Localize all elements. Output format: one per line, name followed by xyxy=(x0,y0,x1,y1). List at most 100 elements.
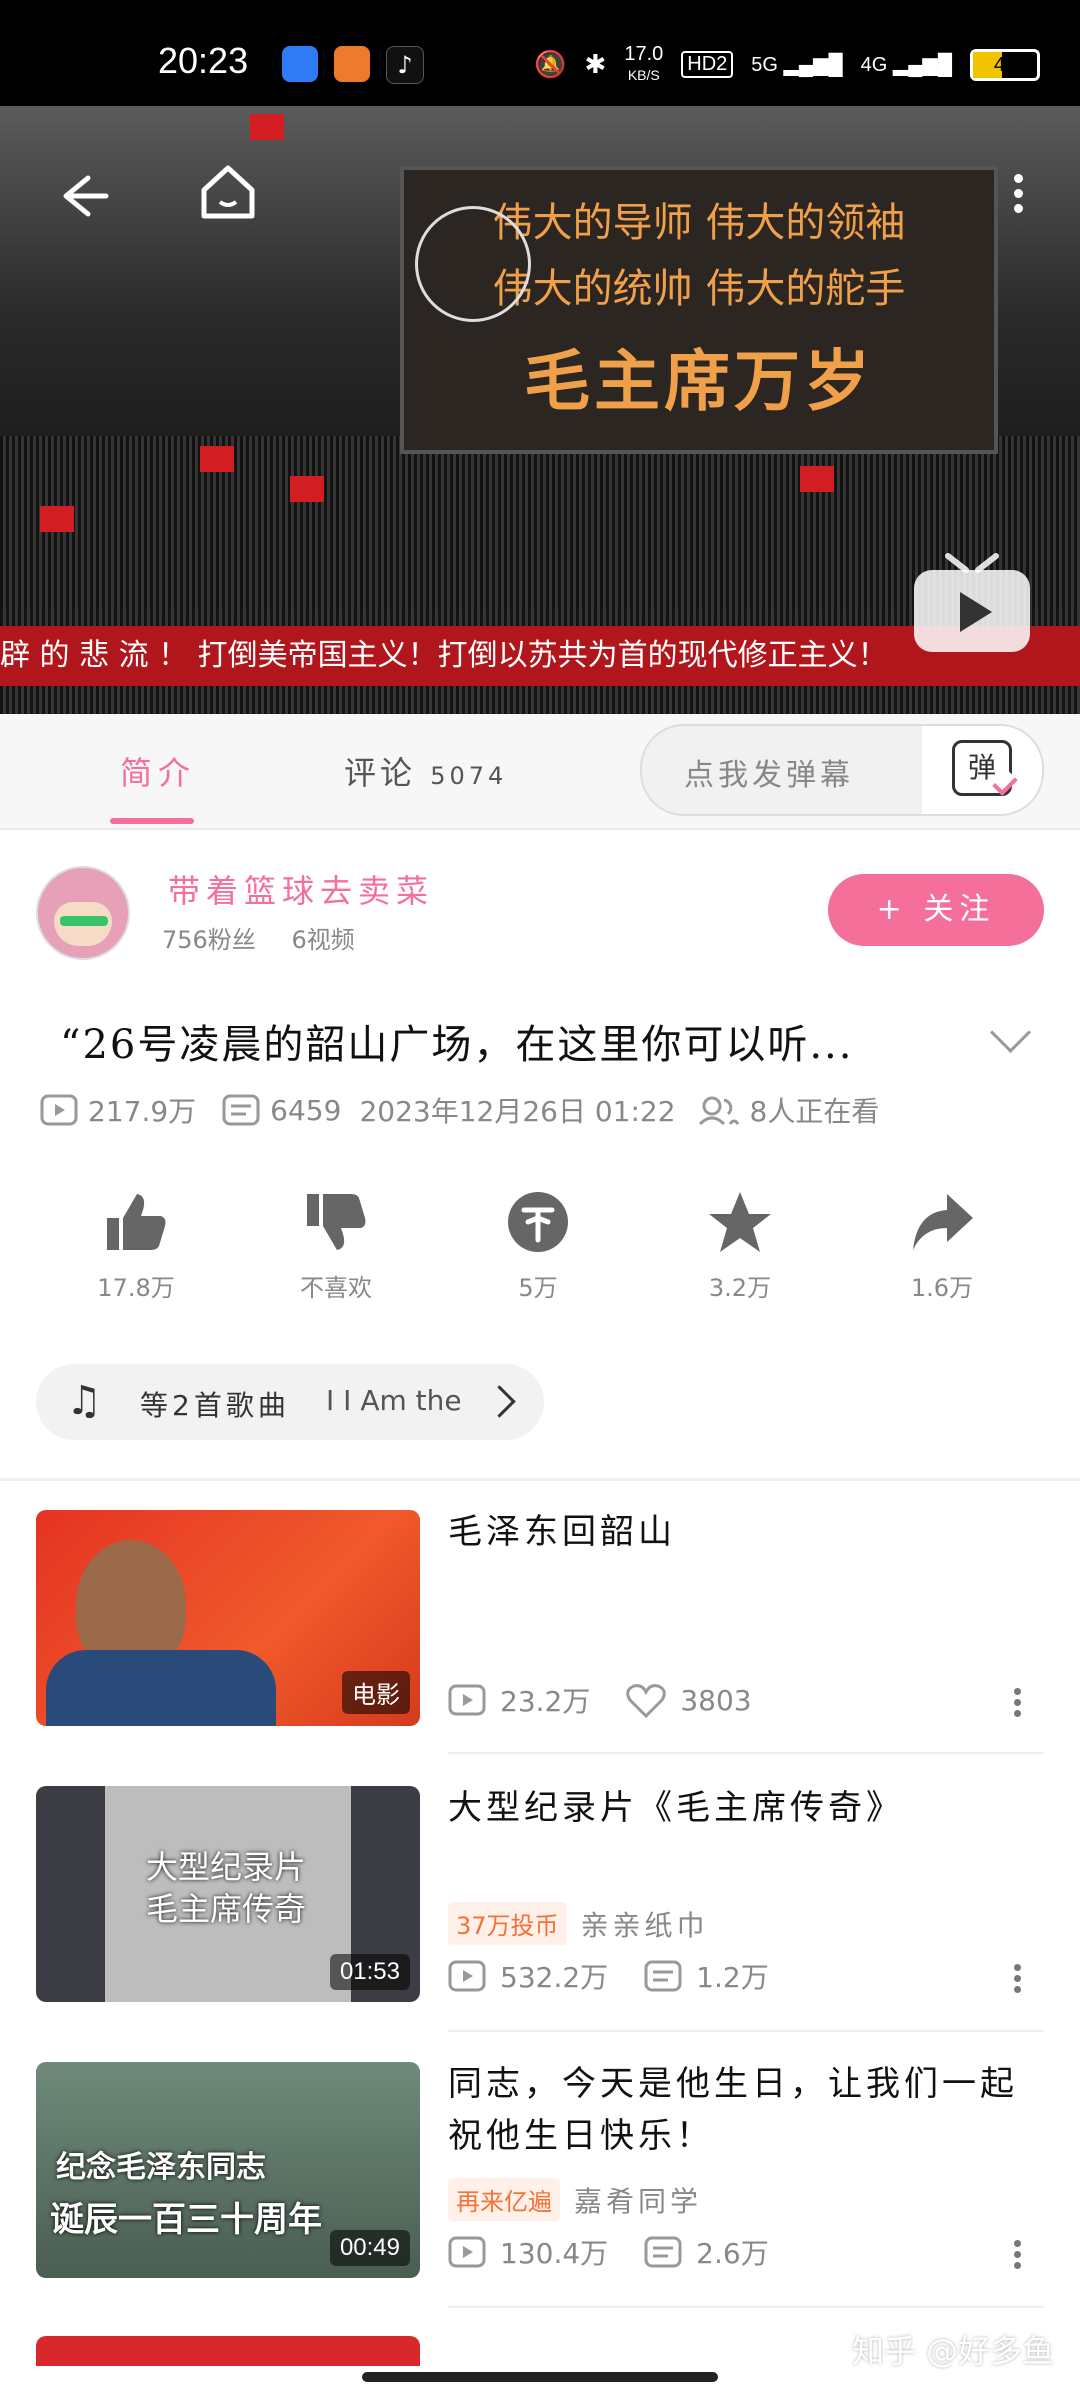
app-notification-icon xyxy=(334,46,370,82)
thumb-caption: 大型纪录片 毛主席传奇 xyxy=(146,1848,307,1928)
like-count: 17.8万 xyxy=(97,1274,175,1302)
thumb-caption: 纪念毛泽东同志 xyxy=(56,2150,266,2185)
tab-comments[interactable]: 评论 5074 xyxy=(344,748,507,794)
related-tagline: 再来亿遍 嘉肴同学 xyxy=(448,2178,702,2221)
home-icon[interactable] xyxy=(196,160,260,224)
bluetooth-icon: ✱ xyxy=(584,49,607,79)
danmu-placeholder: 点我发弹幕 xyxy=(684,758,854,793)
thumb-caption: 诞辰一百三十周年 xyxy=(50,2200,322,2240)
coin-icon xyxy=(508,1192,568,1252)
tab-underline xyxy=(110,818,194,824)
tab-intro[interactable]: 简介 xyxy=(120,748,196,794)
share-count: 1.6万 xyxy=(910,1274,974,1302)
related-views: 23.2万 xyxy=(500,1685,591,1718)
dislike-label: 不喜欢 xyxy=(300,1274,372,1302)
viewers-icon xyxy=(698,1096,739,1126)
related-thumbnail[interactable]: 大型纪录片 毛主席传奇 01:53 xyxy=(36,1786,420,2002)
movie-badge: 电影 xyxy=(342,1671,410,1714)
follow-button[interactable]: + 关注 xyxy=(828,874,1044,946)
star-icon xyxy=(709,1192,771,1252)
more-options-icon[interactable] xyxy=(1014,2236,1022,2273)
video-stats: 217.9万 6459 2023年12月26日 01:22 8人正在看 xyxy=(40,1090,879,1130)
related-thumbnail[interactable]: 纪念毛泽东同志 诞辰一百三十周年 00:49 xyxy=(36,2062,420,2278)
home-indicator[interactable] xyxy=(362,2372,718,2382)
like-button[interactable]: 17.8万 xyxy=(66,1190,206,1303)
related-tag: 37万投币 xyxy=(448,1902,567,1945)
share-icon xyxy=(913,1194,973,1250)
related-tag: 再来亿遍 xyxy=(448,2178,560,2221)
play-count-icon xyxy=(40,1094,78,1126)
music-note-icon: ♫ xyxy=(66,1378,102,1424)
flag-icon xyxy=(40,506,74,532)
related-title[interactable]: 毛泽东回韶山 xyxy=(448,1506,1048,1558)
danmu-input[interactable]: 点我发弹幕 弹 xyxy=(640,724,1044,816)
related-likes: 3803 xyxy=(680,1683,752,1717)
publish-date: 2023年12月26日 01:22 xyxy=(359,1095,676,1128)
music-count: 等2首歌曲 xyxy=(140,1389,290,1422)
app-notification-icon xyxy=(282,46,318,82)
list-separator xyxy=(448,2306,1044,2308)
thumbs-down-icon xyxy=(307,1194,366,1250)
favorite-button[interactable]: 3.2万 xyxy=(670,1190,810,1303)
related-thumbnail[interactable] xyxy=(36,2336,420,2366)
back-arrow-icon[interactable] xyxy=(54,166,114,226)
related-views: 532.2万 xyxy=(500,1961,609,1994)
section-divider xyxy=(0,1478,1080,1481)
heart-icon xyxy=(626,1684,667,1718)
avatar[interactable] xyxy=(36,866,130,960)
dislike-button[interactable]: 不喜欢 xyxy=(266,1190,406,1303)
related-meta: 23.2万 3803 xyxy=(448,1680,752,1720)
related-thumbnail[interactable]: 电影 xyxy=(36,1510,420,1726)
related-uploader[interactable]: 嘉肴同学 xyxy=(574,2180,702,2220)
uploader-fans: 756粉丝 xyxy=(162,926,256,954)
flag-icon xyxy=(200,446,234,472)
chevron-right-icon xyxy=(483,1385,516,1418)
danmaku-count-icon xyxy=(644,1960,682,1992)
music-song: I I Am the xyxy=(326,1384,462,1417)
uploader-name[interactable]: 带着篮球去卖菜 xyxy=(168,866,434,912)
list-separator xyxy=(448,2030,1044,2032)
related-meta: 532.2万 1.2万 xyxy=(448,1956,769,1996)
uploader-meta: 756粉丝 6视频 xyxy=(162,920,355,955)
related-uploader[interactable]: 亲亲纸巾 xyxy=(581,1904,709,1944)
hd-icon: HD2 xyxy=(681,51,734,78)
related-title[interactable]: 大型纪录片《毛主席传奇》 xyxy=(448,1782,1048,1834)
related-tagline: 37万投币 亲亲纸巾 xyxy=(448,1902,709,1945)
list-separator xyxy=(448,1752,1044,1754)
watermark: 知乎 @好多鱼 xyxy=(852,2332,1055,2370)
net-speed: 17.0 KB/S xyxy=(624,43,664,83)
tv-play-icon[interactable] xyxy=(910,552,1034,656)
danmu-toggle-button[interactable]: 弹 xyxy=(922,726,1042,814)
coin-button[interactable]: 5万 xyxy=(468,1190,608,1303)
danmaku-count: 6459 xyxy=(270,1093,342,1127)
favorite-count: 3.2万 xyxy=(708,1274,772,1302)
signal-4g-icon: 4G ▂▄▆█ xyxy=(860,54,952,76)
flag-icon xyxy=(250,114,284,140)
duration-badge: 01:53 xyxy=(329,1954,410,1990)
video-player[interactable]: 伟大的导师 伟大的领袖 伟大的统帅 伟大的舵手 毛主席万岁 辟 的 悲 流 ！ … xyxy=(0,106,1080,714)
related-views: 130.4万 xyxy=(500,2237,609,2270)
board-line-3: 毛主席万岁 xyxy=(524,342,874,420)
view-count: 217.9万 xyxy=(88,1095,197,1128)
music-bar[interactable]: ♫ 等2首歌曲 I I Am the xyxy=(36,1364,544,1440)
tiktok-icon: ♪ xyxy=(386,46,424,84)
thumbs-up-icon xyxy=(107,1194,166,1250)
related-danmaku: 1.2万 xyxy=(696,1961,769,1994)
flag-icon xyxy=(800,466,834,492)
danmaku-count-icon xyxy=(644,2236,682,2268)
watching-count: 8人正在看 xyxy=(749,1095,880,1128)
more-options-icon[interactable] xyxy=(1014,1960,1022,1997)
related-title[interactable]: 同志，今天是他生日，让我们一起祝他生日快乐！ xyxy=(448,2058,1048,2162)
play-count-icon xyxy=(448,1960,486,1992)
more-options-icon[interactable] xyxy=(1014,168,1023,219)
play-count-icon xyxy=(448,2236,486,2268)
video-title[interactable]: “26号凌晨的韶山广场，在这里你可以听... xyxy=(60,1012,854,1070)
tab-comments-count: 5074 xyxy=(430,762,508,790)
more-options-icon[interactable] xyxy=(1014,1684,1022,1721)
danmaku-count-icon xyxy=(222,1094,260,1126)
signal-5g-icon: 5G ▂▄▆█ xyxy=(751,54,843,76)
battery-icon: 46 xyxy=(970,48,1040,81)
mute-icon: 🔕 xyxy=(534,49,567,79)
share-button[interactable]: 1.6万 xyxy=(872,1190,1012,1303)
chevron-down-icon[interactable] xyxy=(989,1011,1032,1054)
